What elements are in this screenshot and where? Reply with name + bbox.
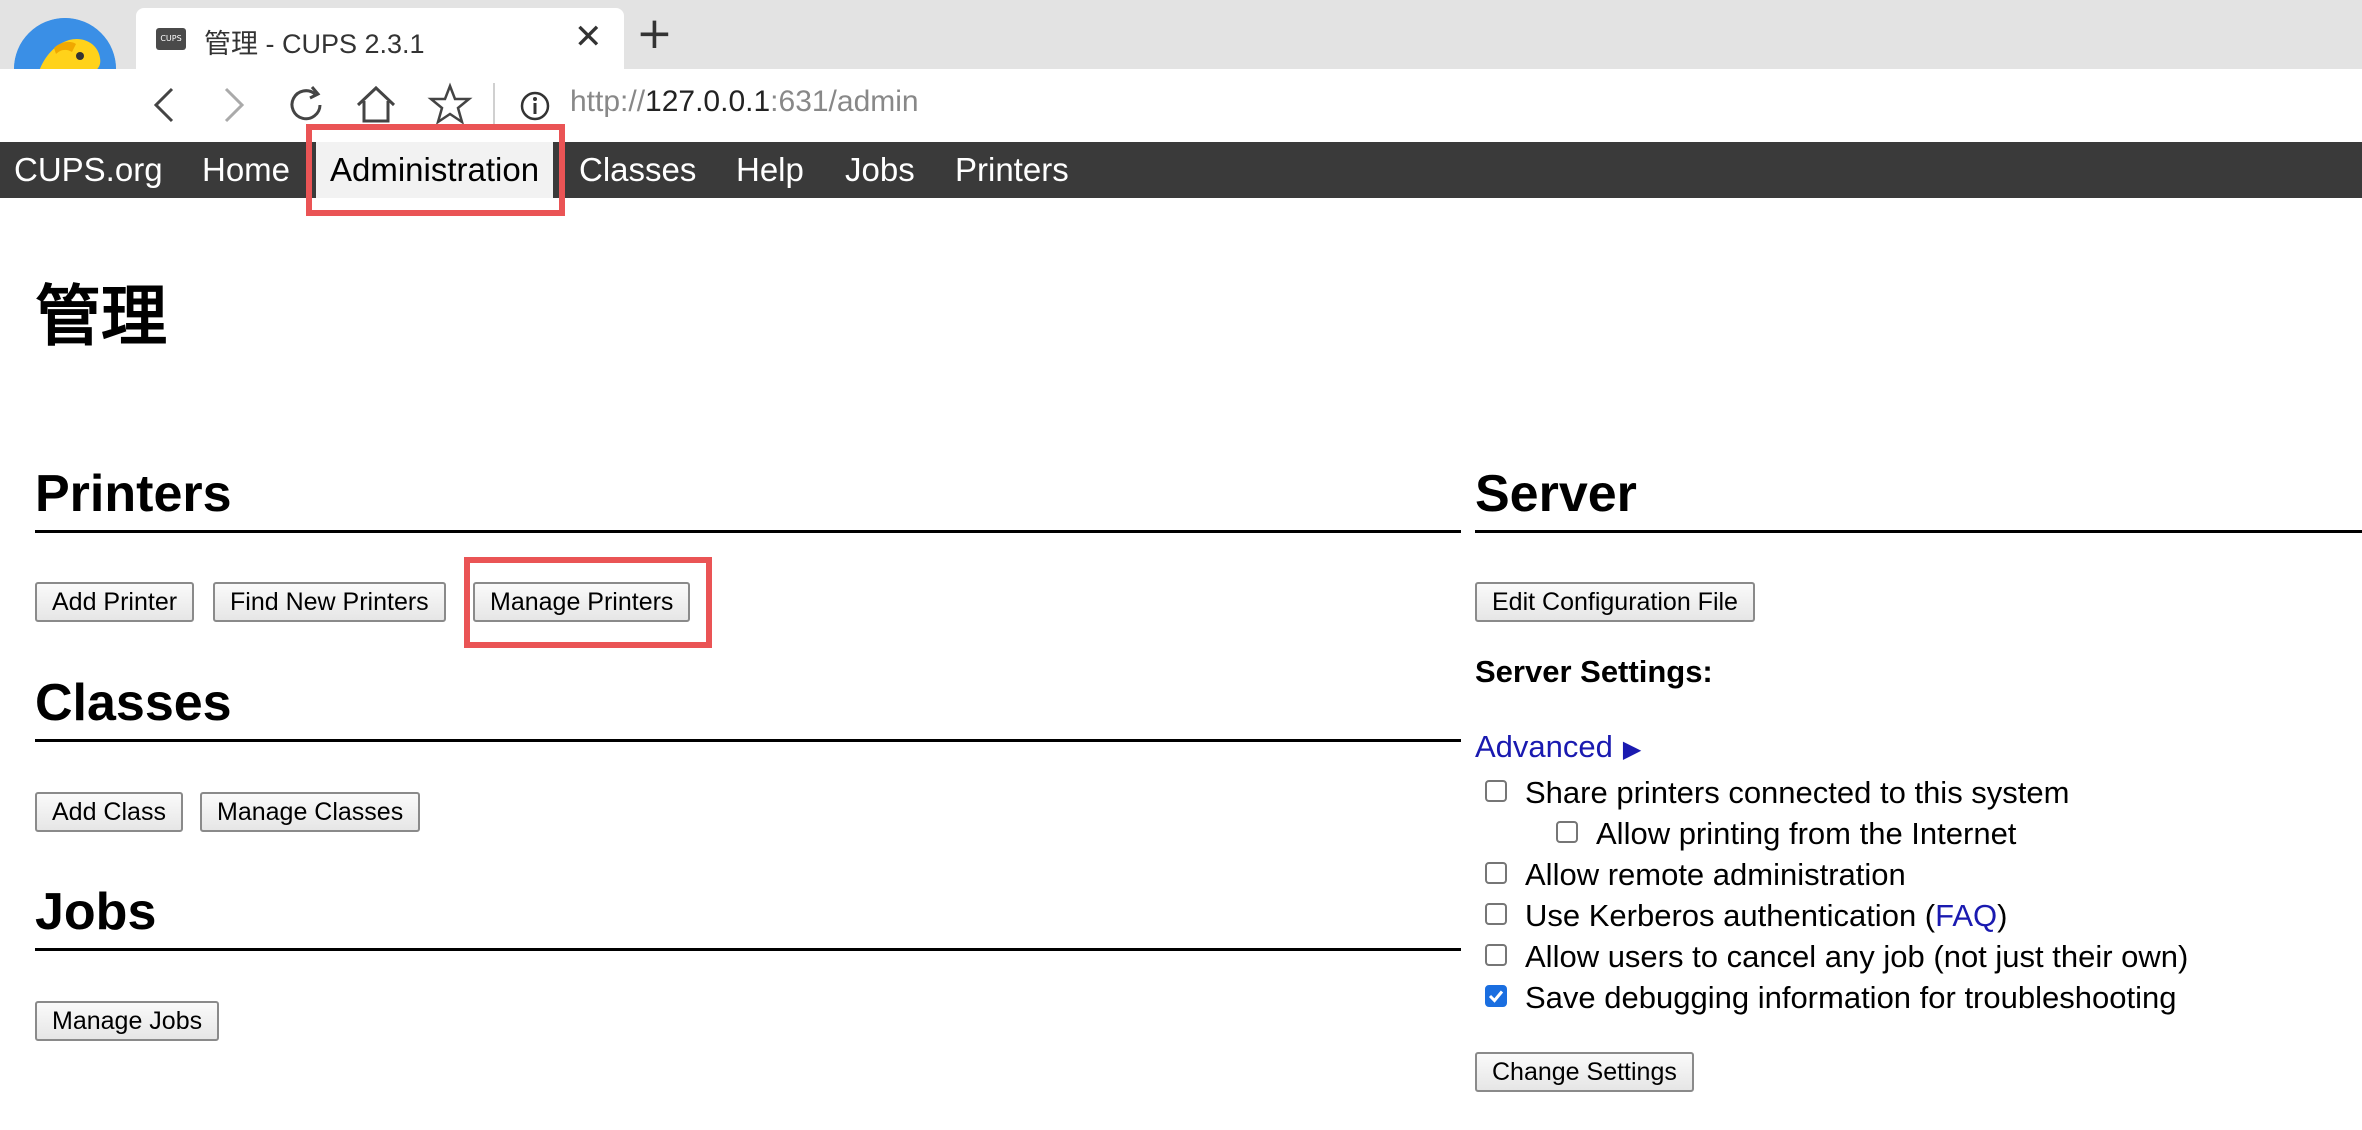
manage-jobs-button[interactable]: Manage Jobs xyxy=(35,1001,220,1041)
kerberos-faq-link[interactable]: FAQ xyxy=(1935,898,1997,933)
debug-logging-label: Save debugging information for troublesh… xyxy=(1525,980,2177,1015)
share-printers-checkbox[interactable] xyxy=(1485,780,1507,802)
edit-configuration-file-button[interactable]: Edit Configuration File xyxy=(1475,582,1755,622)
bookmark-star-icon[interactable] xyxy=(426,81,474,129)
kerberos-label-text: Use Kerberos authentication ( xyxy=(1525,898,1936,933)
share-printers-label: Share printers connected to this system xyxy=(1525,775,2070,810)
kerberos-label-close: ) xyxy=(1997,898,2008,933)
add-printer-button[interactable]: Add Printer xyxy=(35,582,195,622)
url-host: 127.0.0.1 xyxy=(645,85,771,118)
remote-admin-checkbox[interactable] xyxy=(1485,862,1507,884)
expand-arrow-icon: ▶ xyxy=(1622,735,1642,763)
cancel-any-job-checkbox[interactable] xyxy=(1485,944,1507,966)
jobs-divider xyxy=(35,948,1461,951)
server-divider xyxy=(1475,530,2362,533)
nav-item-jobs[interactable]: Jobs xyxy=(845,142,915,198)
cancel-any-job-label: Allow users to cancel any job (not just … xyxy=(1525,939,2189,974)
server-settings-label: Server Settings: xyxy=(1475,654,1713,689)
advanced-settings-link[interactable]: Advanced ▶ xyxy=(1475,729,1641,765)
browser-chrome: CUPS 管理 - CUPS 2.3.1 ✕ + http://127.0.0.… xyxy=(0,0,2362,142)
checkmark-icon xyxy=(1488,990,1504,1003)
nav-item-printers[interactable]: Printers xyxy=(955,142,1069,198)
server-heading: Server xyxy=(1475,465,1637,523)
close-tab-icon[interactable]: ✕ xyxy=(574,20,603,54)
find-new-printers-button[interactable]: Find New Printers xyxy=(213,582,446,622)
address-bar[interactable]: http://127.0.0.1:631/admin xyxy=(570,85,919,119)
change-settings-button[interactable]: Change Settings xyxy=(1475,1052,1694,1092)
advanced-label: Advanced xyxy=(1475,729,1613,764)
manage-classes-button[interactable]: Manage Classes xyxy=(200,792,421,832)
url-path: :631/admin xyxy=(770,85,919,118)
jobs-heading: Jobs xyxy=(35,883,157,941)
new-tab-icon[interactable]: + xyxy=(636,12,673,56)
toolbar-separator xyxy=(493,83,495,127)
forward-icon[interactable] xyxy=(208,81,256,129)
highlight-manage-printers xyxy=(464,557,712,648)
classes-heading: Classes xyxy=(35,674,232,732)
cups-favicon-icon: CUPS xyxy=(156,28,186,50)
kerberos-label: Use Kerberos authentication (FAQ) xyxy=(1525,898,2007,934)
browser-tab[interactable]: CUPS 管理 - CUPS 2.3.1 ✕ xyxy=(136,8,624,69)
page-title: 管理 xyxy=(35,279,167,353)
nav-item-help[interactable]: Help xyxy=(736,142,804,198)
allow-internet-printing-checkbox[interactable] xyxy=(1556,821,1578,843)
site-info-icon[interactable] xyxy=(518,89,552,123)
url-scheme: http:// xyxy=(570,85,646,118)
printers-divider xyxy=(35,530,1461,533)
remote-admin-label: Allow remote administration xyxy=(1525,857,1906,892)
back-icon[interactable] xyxy=(142,81,190,129)
nav-item-home[interactable]: Home xyxy=(202,142,290,198)
home-icon[interactable] xyxy=(352,81,400,129)
add-class-button[interactable]: Add Class xyxy=(35,792,183,832)
tab-title: 管理 - CUPS 2.3.1 xyxy=(204,29,425,59)
debug-logging-checkbox[interactable] xyxy=(1485,985,1507,1007)
highlight-administration xyxy=(306,124,565,216)
printers-heading: Printers xyxy=(35,465,232,523)
classes-divider xyxy=(35,739,1461,742)
nav-item-cups-org[interactable]: CUPS.org xyxy=(14,142,163,198)
reload-icon[interactable] xyxy=(282,81,330,129)
kerberos-checkbox[interactable] xyxy=(1485,903,1507,925)
allow-internet-printing-label: Allow printing from the Internet xyxy=(1596,816,2017,851)
nav-item-classes[interactable]: Classes xyxy=(579,142,696,198)
